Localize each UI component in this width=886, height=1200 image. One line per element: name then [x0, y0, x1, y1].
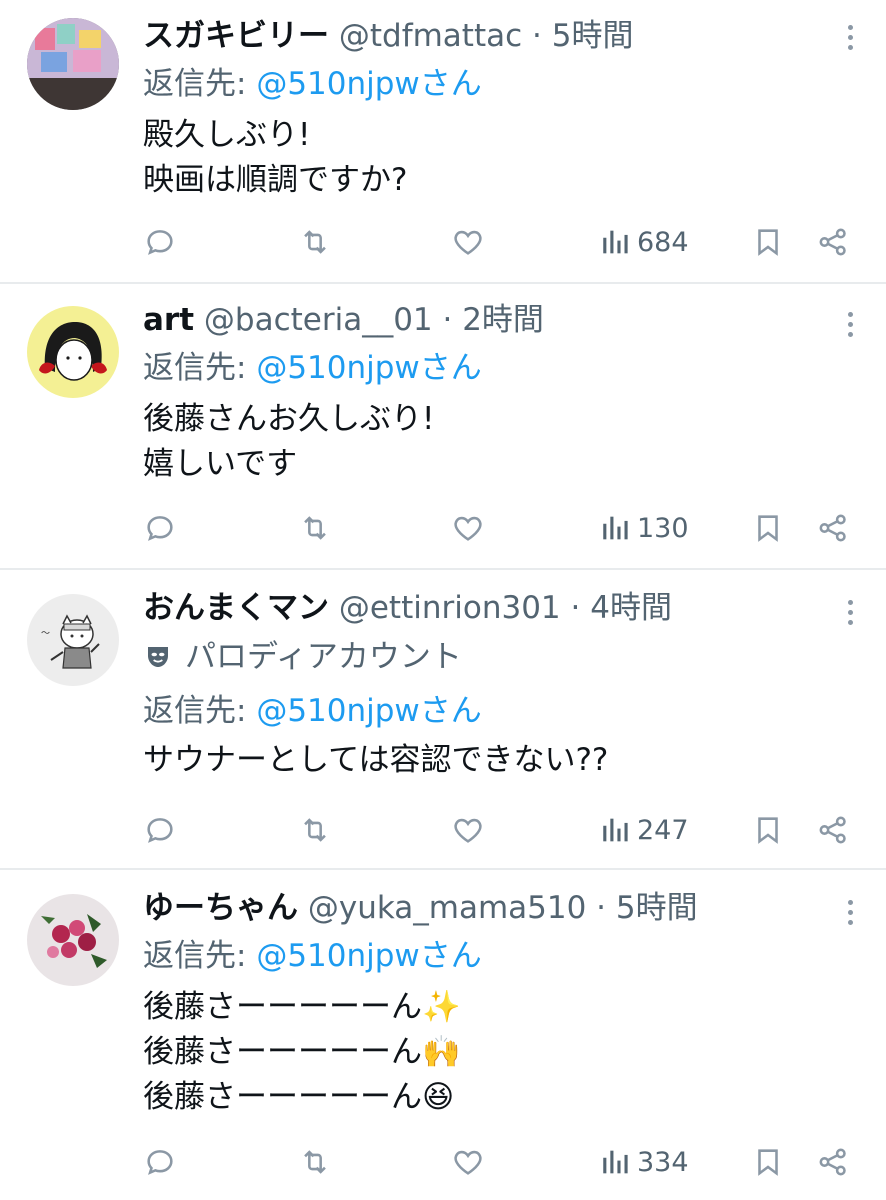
- action-bar: 684: [143, 220, 866, 264]
- tweet-1[interactable]: スガキビリー @tdfmattac · 5時間 返信先: @510njpwさん …: [0, 0, 886, 282]
- views-count: 247: [637, 814, 689, 846]
- reply-mention[interactable]: @510njpwさん: [256, 938, 481, 974]
- tweet-header: art @bacteria__01 · 2時間: [143, 300, 826, 340]
- handle[interactable]: @bacteria__01: [204, 302, 433, 338]
- avatar[interactable]: 〜: [27, 594, 119, 686]
- tweet-header: スガキビリー @tdfmattac · 5時間: [143, 16, 826, 56]
- views-icon: [603, 818, 628, 842]
- like-icon[interactable]: [451, 506, 485, 550]
- action-bar: 247: [143, 808, 866, 852]
- separator: ·: [522, 18, 552, 54]
- reply-mention[interactable]: @510njpwさん: [256, 693, 481, 729]
- reply-prefix: 返信先:: [143, 66, 257, 102]
- views-button[interactable]: 334: [599, 1140, 689, 1184]
- avatar[interactable]: [27, 18, 119, 110]
- parody-label: パロディアカウント: [143, 634, 826, 680]
- retweet-icon[interactable]: [298, 506, 332, 550]
- reply-icon[interactable]: [143, 506, 177, 550]
- separator: ·: [432, 302, 463, 338]
- retweet-icon[interactable]: [298, 220, 332, 264]
- more-icon[interactable]: [840, 892, 860, 932]
- retweet-icon[interactable]: [298, 808, 332, 852]
- parody-mask-icon: [148, 647, 168, 667]
- reply-context: 返信先: @510njpwさん: [143, 61, 826, 107]
- views-icon: [603, 1150, 628, 1174]
- reply-icon[interactable]: [143, 1140, 177, 1184]
- retweet-icon[interactable]: [298, 1140, 332, 1184]
- avatar[interactable]: [27, 894, 119, 986]
- reply-prefix: 返信先:: [143, 350, 257, 386]
- views-button[interactable]: 684: [599, 220, 689, 264]
- bookmark-icon[interactable]: [751, 1140, 785, 1184]
- share-icon[interactable]: [816, 220, 850, 264]
- views-icon: [603, 230, 628, 254]
- tweet-4[interactable]: ゆーちゃん @yuka_mama510 · 5時間 返信先: @510njpwさ…: [0, 870, 886, 1200]
- share-icon[interactable]: [816, 808, 850, 852]
- reply-icon[interactable]: [143, 220, 177, 264]
- reply-mention[interactable]: @510njpwさん: [256, 66, 481, 102]
- separator: ·: [560, 590, 591, 626]
- views-count: 334: [637, 1146, 689, 1178]
- display-name[interactable]: ゆーちゃん: [143, 890, 298, 926]
- more-icon[interactable]: [840, 17, 860, 57]
- tweet-2[interactable]: art @bacteria__01 · 2時間 返信先: @510njpwさん …: [0, 284, 886, 568]
- more-icon[interactable]: [840, 304, 860, 344]
- reply-mention[interactable]: @510njpwさん: [256, 350, 481, 386]
- action-bar: 130: [143, 506, 866, 550]
- share-icon[interactable]: [816, 506, 850, 550]
- share-icon[interactable]: [816, 1140, 850, 1184]
- handle[interactable]: @ettinrion301: [339, 590, 561, 626]
- tweet-text: 後藤さーーーーーん✨ 後藤さーーーーーん🙌 後藤さーーーーーん😆: [143, 989, 461, 1115]
- more-icon[interactable]: [840, 592, 860, 632]
- views-count: 684: [637, 226, 689, 258]
- bookmark-icon[interactable]: [751, 506, 785, 550]
- svg-text:〜: 〜: [41, 629, 50, 639]
- reply-prefix: 返信先:: [143, 938, 257, 974]
- avatar[interactable]: [27, 306, 119, 398]
- views-button[interactable]: 130: [599, 506, 689, 550]
- handle[interactable]: @tdfmattac: [339, 18, 522, 54]
- action-bar: 334: [143, 1140, 866, 1184]
- timestamp[interactable]: 4時間: [590, 590, 672, 626]
- views-button[interactable]: 247: [599, 808, 689, 852]
- timestamp[interactable]: 2時間: [462, 302, 544, 338]
- like-icon[interactable]: [451, 220, 485, 264]
- bookmark-icon[interactable]: [751, 220, 785, 264]
- views-icon: [603, 516, 628, 540]
- tweet-text: 後藤さんお久しぶり! 嬉しいです: [143, 401, 435, 482]
- display-name[interactable]: art: [143, 302, 194, 338]
- bookmark-icon[interactable]: [751, 808, 785, 852]
- separator: ·: [586, 890, 616, 926]
- handle[interactable]: @yuka_mama510: [308, 890, 586, 926]
- tweet-text: サウナーとしては容認できない??: [143, 742, 609, 778]
- reply-context: 返信先: @510njpwさん: [143, 688, 826, 734]
- like-icon[interactable]: [451, 1140, 485, 1184]
- timestamp[interactable]: 5時間: [616, 890, 698, 926]
- display-name[interactable]: スガキビリー: [143, 18, 329, 54]
- reply-context: 返信先: @510njpwさん: [143, 933, 826, 979]
- display-name[interactable]: おんまくマン: [143, 590, 329, 626]
- tweet-3[interactable]: 〜 おんまくマン @ettinrion301 · 4時間 パロディアカウント 返…: [0, 570, 886, 868]
- reply-prefix: 返信先:: [143, 693, 257, 729]
- reply-icon[interactable]: [143, 808, 177, 852]
- tweet-header: ゆーちゃん @yuka_mama510 · 5時間: [143, 888, 826, 928]
- parody-text: パロディアカウント: [185, 639, 462, 675]
- reply-context: 返信先: @510njpwさん: [143, 345, 826, 391]
- timestamp[interactable]: 5時間: [552, 18, 634, 54]
- views-count: 130: [637, 512, 689, 544]
- like-icon[interactable]: [451, 808, 485, 852]
- tweet-header: おんまくマン @ettinrion301 · 4時間: [143, 588, 826, 628]
- tweet-text: 殿久しぶり! 映画は順調ですか?: [143, 117, 408, 198]
